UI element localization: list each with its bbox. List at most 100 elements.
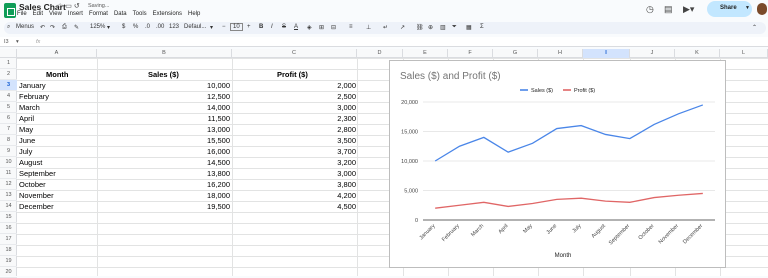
cell-month[interactable]: January bbox=[19, 80, 46, 91]
cell-sales[interactable]: 15,500 bbox=[180, 135, 230, 146]
row-header[interactable]: 9 bbox=[0, 146, 17, 157]
row-header[interactable]: 1 bbox=[0, 58, 17, 69]
vertical-align-icon[interactable]: ⊥ bbox=[366, 24, 371, 31]
cell-month[interactable]: May bbox=[19, 124, 33, 135]
row-header[interactable]: 5 bbox=[0, 102, 17, 113]
menu-edit[interactable]: Edit bbox=[33, 11, 43, 20]
header-profit[interactable]: Profit ($) bbox=[277, 69, 308, 80]
select-all-corner[interactable] bbox=[0, 49, 17, 58]
move-folder-icon[interactable]: ▭ bbox=[65, 3, 74, 10]
cell-sales[interactable]: 14,000 bbox=[180, 102, 230, 113]
column-header-e[interactable]: E bbox=[403, 49, 448, 58]
insert-chart-icon[interactable]: ▥ bbox=[440, 24, 446, 31]
print-icon[interactable]: ⎙ bbox=[62, 24, 67, 31]
font-caret-icon[interactable]: ▾ bbox=[210, 24, 213, 31]
cell-profit[interactable]: 3,800 bbox=[306, 179, 356, 190]
cell-sales[interactable]: 16,000 bbox=[180, 146, 230, 157]
text-rotation-icon[interactable]: ↗ bbox=[400, 24, 405, 31]
menu-extensions[interactable]: Extensions bbox=[153, 11, 182, 20]
cell-profit[interactable]: 3,000 bbox=[306, 102, 356, 113]
zoom-select[interactable]: 125% bbox=[90, 24, 105, 30]
cell-month[interactable]: March bbox=[19, 102, 40, 113]
column-header-f[interactable]: F bbox=[448, 49, 493, 58]
cell-sales[interactable]: 13,000 bbox=[180, 124, 230, 135]
cell-month[interactable]: October bbox=[19, 179, 46, 190]
search-icon[interactable]: ⌕ bbox=[7, 24, 10, 31]
text-wrap-icon[interactable]: ↵ bbox=[383, 24, 388, 31]
column-header-c[interactable]: C bbox=[232, 49, 357, 58]
sheets-logo-icon[interactable] bbox=[4, 3, 16, 18]
bold-button[interactable]: B bbox=[259, 24, 263, 30]
italic-button[interactable]: I bbox=[271, 24, 273, 30]
fill-color-icon[interactable]: ◈ bbox=[307, 24, 312, 31]
menus-search[interactable]: Menus bbox=[16, 24, 34, 30]
filter-icon[interactable]: ⏷ bbox=[452, 24, 457, 31]
comments-icon[interactable]: ▤ bbox=[664, 4, 673, 15]
column-header-a[interactable]: A bbox=[17, 49, 97, 58]
undo-icon[interactable]: ↶ bbox=[40, 24, 45, 31]
cell-sales[interactable]: 13,800 bbox=[180, 168, 230, 179]
menu-view[interactable]: View bbox=[49, 11, 62, 20]
cell-sales[interactable]: 11,500 bbox=[180, 113, 230, 124]
cell-month[interactable]: February bbox=[19, 91, 49, 102]
text-color-button[interactable]: A bbox=[294, 24, 298, 30]
font-size-decrease-icon[interactable]: − bbox=[222, 24, 226, 30]
cell-month[interactable]: July bbox=[19, 146, 32, 157]
column-header-h[interactable]: H bbox=[538, 49, 583, 58]
row-header[interactable]: 19 bbox=[0, 256, 17, 267]
column-header-b[interactable]: B bbox=[97, 49, 232, 58]
cell-profit[interactable]: 4,200 bbox=[306, 190, 356, 201]
cell-profit[interactable]: 3,200 bbox=[306, 157, 356, 168]
row-header[interactable]: 16 bbox=[0, 223, 17, 234]
filter-views-icon[interactable]: ▦ bbox=[466, 24, 472, 31]
menu-format[interactable]: Format bbox=[89, 11, 108, 20]
cell-sales[interactable]: 14,500 bbox=[180, 157, 230, 168]
cell-month[interactable]: September bbox=[19, 168, 56, 179]
row-header[interactable]: 11 bbox=[0, 168, 17, 179]
row-header[interactable]: 12 bbox=[0, 179, 17, 190]
cell-profit[interactable]: 2,000 bbox=[306, 80, 356, 91]
cell-profit[interactable]: 3,700 bbox=[306, 146, 356, 157]
cell-sales[interactable]: 19,500 bbox=[180, 201, 230, 212]
header-sales[interactable]: Sales ($) bbox=[148, 69, 179, 80]
font-size-input[interactable]: 10 bbox=[230, 23, 243, 31]
menu-insert[interactable]: Insert bbox=[68, 11, 83, 20]
menu-tools[interactable]: Tools bbox=[133, 11, 147, 20]
name-box-caret-icon[interactable]: ▾ bbox=[16, 39, 19, 45]
functions-icon[interactable]: Σ bbox=[480, 24, 484, 30]
collapse-toolbar-icon[interactable]: ⌃ bbox=[752, 24, 757, 31]
column-header-i[interactable]: I bbox=[583, 49, 630, 58]
horizontal-align-icon[interactable]: ≡ bbox=[349, 24, 353, 30]
cell-sales[interactable]: 10,000 bbox=[180, 80, 230, 91]
cell-profit[interactable]: 3,500 bbox=[306, 135, 356, 146]
cell-sales[interactable]: 12,500 bbox=[180, 91, 230, 102]
cell-month[interactable]: April bbox=[19, 113, 34, 124]
cell-sales[interactable]: 18,000 bbox=[180, 190, 230, 201]
menu-file[interactable]: File bbox=[17, 11, 27, 20]
cell-month[interactable]: August bbox=[19, 157, 42, 168]
column-header-j[interactable]: J bbox=[630, 49, 675, 58]
cell-month[interactable]: December bbox=[19, 201, 54, 212]
row-header[interactable]: 2 bbox=[0, 69, 17, 80]
insert-link-icon[interactable]: ⛓ bbox=[416, 24, 424, 31]
borders-icon[interactable]: ⊞ bbox=[319, 24, 324, 31]
row-header[interactable]: 17 bbox=[0, 234, 17, 245]
cell-sales[interactable]: 16,200 bbox=[180, 179, 230, 190]
row-header[interactable]: 8 bbox=[0, 135, 17, 146]
avatar[interactable] bbox=[757, 3, 767, 15]
percent-button[interactable]: % bbox=[133, 24, 138, 30]
cell-profit[interactable]: 2,300 bbox=[306, 113, 356, 124]
number-format-button[interactable]: 123 bbox=[169, 24, 179, 30]
row-header[interactable]: 4 bbox=[0, 91, 17, 102]
increase-decimal-button[interactable]: .00 bbox=[156, 24, 164, 30]
row-header[interactable]: 7 bbox=[0, 124, 17, 135]
insert-comment-icon[interactable]: ⊕ bbox=[428, 24, 433, 31]
column-header-d[interactable]: D bbox=[357, 49, 403, 58]
column-header-k[interactable]: K bbox=[675, 49, 720, 58]
strikethrough-icon[interactable]: S bbox=[282, 24, 286, 30]
row-header[interactable]: 20 bbox=[0, 267, 17, 278]
row-header[interactable]: 18 bbox=[0, 245, 17, 256]
header-month[interactable]: Month bbox=[46, 69, 69, 80]
column-header-l[interactable]: L bbox=[720, 49, 768, 58]
share-caret-icon[interactable]: ▼ bbox=[745, 5, 750, 11]
